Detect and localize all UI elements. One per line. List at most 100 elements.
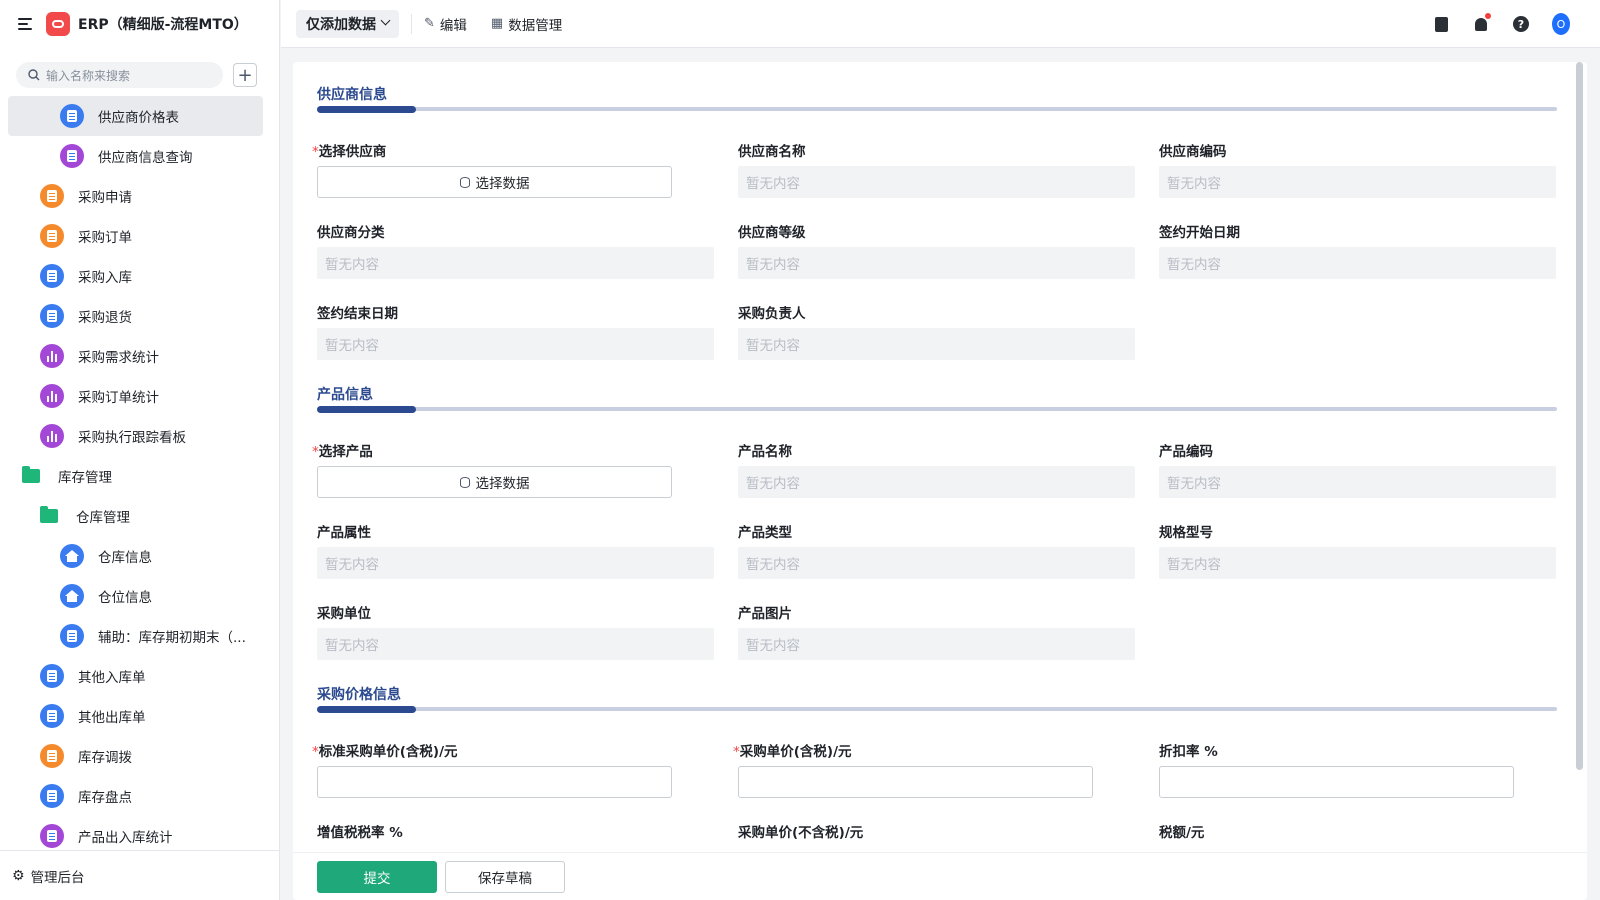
field-label: 产品属性 — [317, 525, 371, 541]
document-icon — [40, 824, 64, 848]
add-button[interactable]: + — [233, 63, 257, 87]
search-input[interactable]: 输入名称来搜索 — [16, 62, 223, 88]
document-icon — [40, 664, 64, 688]
readonly-value: 暂无内容 — [1159, 466, 1556, 498]
submit-button[interactable]: 提交 — [317, 860, 437, 893]
sidebar-item-label: 供应商价格表 — [98, 110, 179, 126]
sidebar-item[interactable]: 库存盘点 — [8, 776, 263, 816]
notification-bell-icon[interactable] — [1472, 13, 1491, 33]
sidebar-item[interactable]: 采购退货 — [8, 296, 263, 336]
sidebar-item[interactable]: 采购订单 — [8, 216, 263, 256]
sidebar-item[interactable]: 采购申请 — [8, 176, 263, 216]
sidebar-item[interactable]: 产品出入库统计 — [8, 816, 263, 848]
field-sign-end-date: 签约结束日期 暂无内容 — [317, 302, 714, 360]
data-manage-button[interactable]: ▦ 数据管理 — [491, 14, 562, 34]
book-icon[interactable] — [1432, 15, 1450, 33]
section-title: 供应商信息 — [317, 87, 387, 103]
help-icon[interactable]: ? — [1512, 15, 1530, 33]
sidebar-item[interactable]: 其他入库单 — [8, 656, 263, 696]
document-icon — [60, 144, 84, 168]
field-supplier-name: 供应商名称 暂无内容 — [738, 140, 1135, 198]
sidebar-item-label: 库存管理 — [58, 470, 112, 486]
readonly-value: 暂无内容 — [317, 328, 714, 360]
readonly-value: 暂无内容 — [1159, 166, 1556, 198]
sidebar: ERP（精细版-流程MTO） 输入名称来搜索 + 供应商价格表 供应商信息查询采购… — [0, 0, 280, 900]
database-icon — [459, 476, 470, 488]
document-icon — [40, 224, 64, 248]
sidebar-item[interactable]: 采购执行跟踪看板 — [8, 416, 263, 456]
chevron-down-icon — [380, 15, 391, 26]
edit-button[interactable]: ✎ 编辑 — [424, 14, 467, 34]
readonly-value: 暂无内容 — [738, 466, 1135, 498]
save-draft-button[interactable]: 保存草稿 — [445, 860, 565, 893]
document-icon — [40, 744, 64, 768]
sidebar-header: ERP（精细版-流程MTO） — [0, 0, 279, 48]
sidebar-item-label: 仓库信息 — [98, 550, 152, 566]
discount-input[interactable] — [1159, 766, 1514, 798]
sidebar-item[interactable]: 采购需求统计 — [8, 336, 263, 376]
field-spec-model: 规格型号 暂无内容 — [1159, 521, 1556, 579]
home-icon — [60, 584, 84, 608]
section-supplier-info: 供应商信息 — [317, 84, 1557, 113]
readonly-value: 暂无内容 — [738, 166, 1135, 198]
field-discount: 折扣率 % — [1159, 740, 1556, 798]
std-price-input[interactable] — [317, 766, 672, 798]
notification-dot — [1485, 13, 1491, 19]
select-data-label: 选择数据 — [475, 176, 530, 192]
sidebar-item-label: 供应商信息查询 — [98, 150, 193, 166]
document-icon — [40, 304, 64, 328]
sidebar-item[interactable]: 其他出库单 — [8, 696, 263, 736]
readonly-value: 暂无内容 — [738, 628, 1135, 660]
sidebar-item[interactable]: 采购入库 — [8, 256, 263, 296]
field-label: 产品图片 — [738, 606, 792, 622]
field-product-attr: 产品属性 暂无内容 — [317, 521, 714, 579]
app-logo — [46, 12, 70, 36]
price-tax-input[interactable] — [738, 766, 1093, 798]
sidebar-item[interactable]: 仓库信息 — [8, 536, 263, 576]
sidebar-item[interactable]: 库存调拨 — [8, 736, 263, 776]
field-supplier-category: 供应商分类 暂无内容 — [317, 221, 714, 279]
select-data-label: 选择数据 — [475, 476, 530, 492]
field-label: 供应商等级 — [738, 225, 806, 241]
required-mark: * — [312, 744, 319, 760]
table-icon: ▦ — [490, 16, 504, 31]
sidebar-item[interactable]: 库存管理 — [8, 456, 263, 496]
field-label: 标准采购单价(含税)/元 — [318, 744, 458, 760]
sidebar-item[interactable]: 供应商价格表 — [8, 96, 263, 136]
sidebar-item[interactable]: 供应商信息查询 — [8, 136, 263, 176]
field-purchase-unit: 采购单位 暂无内容 — [317, 602, 714, 660]
field-supplier-code: 供应商编码 暂无内容 — [1159, 140, 1556, 198]
avatar[interactable]: O — [1552, 13, 1570, 35]
admin-console-link[interactable]: ⚙ 管理后台 — [0, 850, 279, 900]
field-select-product: *选择产品 选择数据 — [312, 440, 714, 498]
sidebar-item-label: 采购入库 — [78, 270, 132, 286]
edit-label: 编辑 — [439, 17, 467, 34]
section-divider — [317, 105, 1557, 113]
field-buyer: 采购负责人 暂无内容 — [738, 302, 1135, 360]
view-mode-select[interactable]: 仅添加数据 — [296, 9, 399, 38]
required-mark: * — [312, 444, 319, 460]
sidebar-item[interactable]: 仓库管理 — [8, 496, 263, 536]
select-supplier-button[interactable]: 选择数据 — [317, 166, 672, 198]
select-product-button[interactable]: 选择数据 — [317, 466, 672, 498]
readonly-value: 暂无内容 — [738, 328, 1135, 360]
field-sign-start-date: 签约开始日期 暂无内容 — [1159, 221, 1556, 279]
section-price-info: 采购价格信息 — [317, 684, 1557, 713]
readonly-value: 暂无内容 — [317, 628, 714, 660]
sidebar-item-label: 采购订单 — [78, 230, 132, 246]
readonly-value: 暂无内容 — [317, 547, 714, 579]
scrollbar[interactable] — [1576, 62, 1583, 770]
field-price-tax: *采购单价(含税)/元 — [733, 740, 1135, 798]
section-product-info: 产品信息 — [317, 384, 1557, 413]
field-label: 增值税税率 % — [317, 825, 403, 841]
sidebar-item[interactable]: 辅助：库存期初期末（... — [8, 616, 263, 656]
field-vat-rate: 增值税税率 % — [317, 821, 714, 841]
sidebar-item-label: 其他入库单 — [78, 670, 146, 686]
document-icon — [40, 784, 64, 808]
sidebar-item[interactable]: 采购订单统计 — [8, 376, 263, 416]
field-product-type: 产品类型 暂无内容 — [738, 521, 1135, 579]
section-title: 采购价格信息 — [317, 687, 401, 703]
menu-toggle-icon[interactable] — [18, 18, 32, 30]
view-mode-label: 仅添加数据 — [306, 16, 376, 33]
sidebar-item[interactable]: 仓位信息 — [8, 576, 263, 616]
